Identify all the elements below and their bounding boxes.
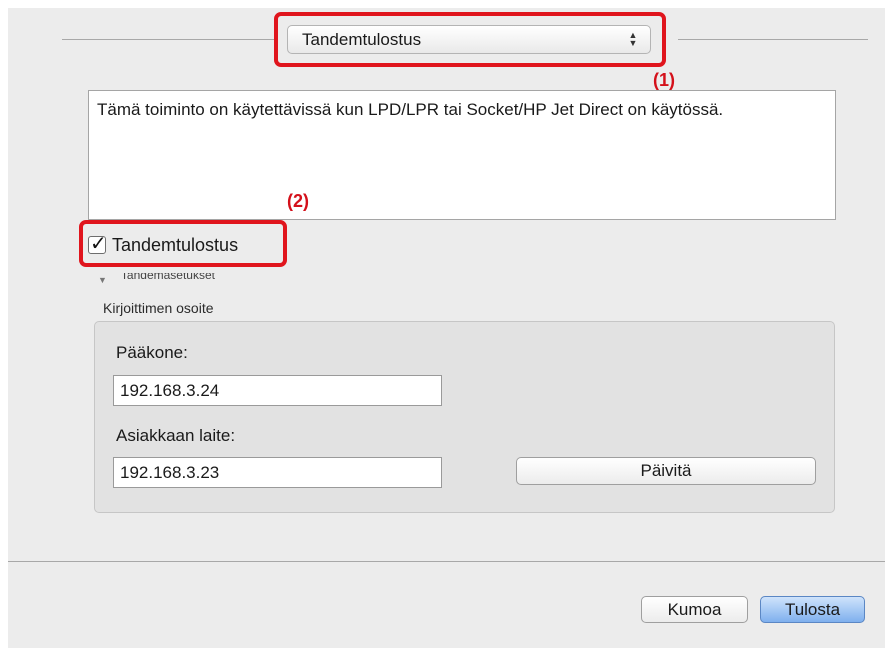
- tandem-print-checkbox[interactable]: ✓: [88, 233, 107, 255]
- tandem-settings-label: Tandemasetukset: [120, 273, 215, 282]
- main-unit-label: Pääkone:: [116, 343, 188, 362]
- client-device-label: Asiakkaan laite:: [116, 426, 236, 445]
- description-text-area: Tämä toiminto on käytettävissä kun LPD/L…: [88, 90, 836, 220]
- tandem-settings-disclosure[interactable]: ▼ Tandemasetukset: [98, 273, 215, 287]
- tandem-print-checkbox-label: Tandemtulostus: [112, 234, 239, 255]
- checkmark-icon: ✓: [90, 233, 107, 255]
- main-unit-address-field[interactable]: 192.168.3.24: [113, 375, 442, 406]
- cancel-button[interactable]: Kumoa: [641, 596, 748, 623]
- disclosure-triangle-icon: ▼: [98, 275, 107, 285]
- callout-1: (1): [653, 70, 675, 90]
- print-button[interactable]: Tulosta: [760, 596, 865, 623]
- footer-separator: [8, 561, 885, 562]
- separator-right: [678, 39, 868, 40]
- printer-address-group-label: Kirjoittimen osoite: [103, 300, 214, 316]
- separator-left: [62, 39, 278, 40]
- refresh-button[interactable]: Päivitä: [516, 457, 816, 485]
- tandem-print-checkbox-row[interactable]: ✓ Tandemtulostus: [88, 230, 238, 260]
- feature-popup-value: Tandemtulostus: [302, 30, 422, 49]
- feature-popup-menu[interactable]: Tandemtulostus ▲ ▼: [287, 25, 651, 54]
- client-device-address-field[interactable]: 192.168.3.23: [113, 457, 442, 488]
- callout-2: (2): [287, 191, 309, 211]
- up-down-arrows-icon: ▲ ▼: [628, 30, 638, 48]
